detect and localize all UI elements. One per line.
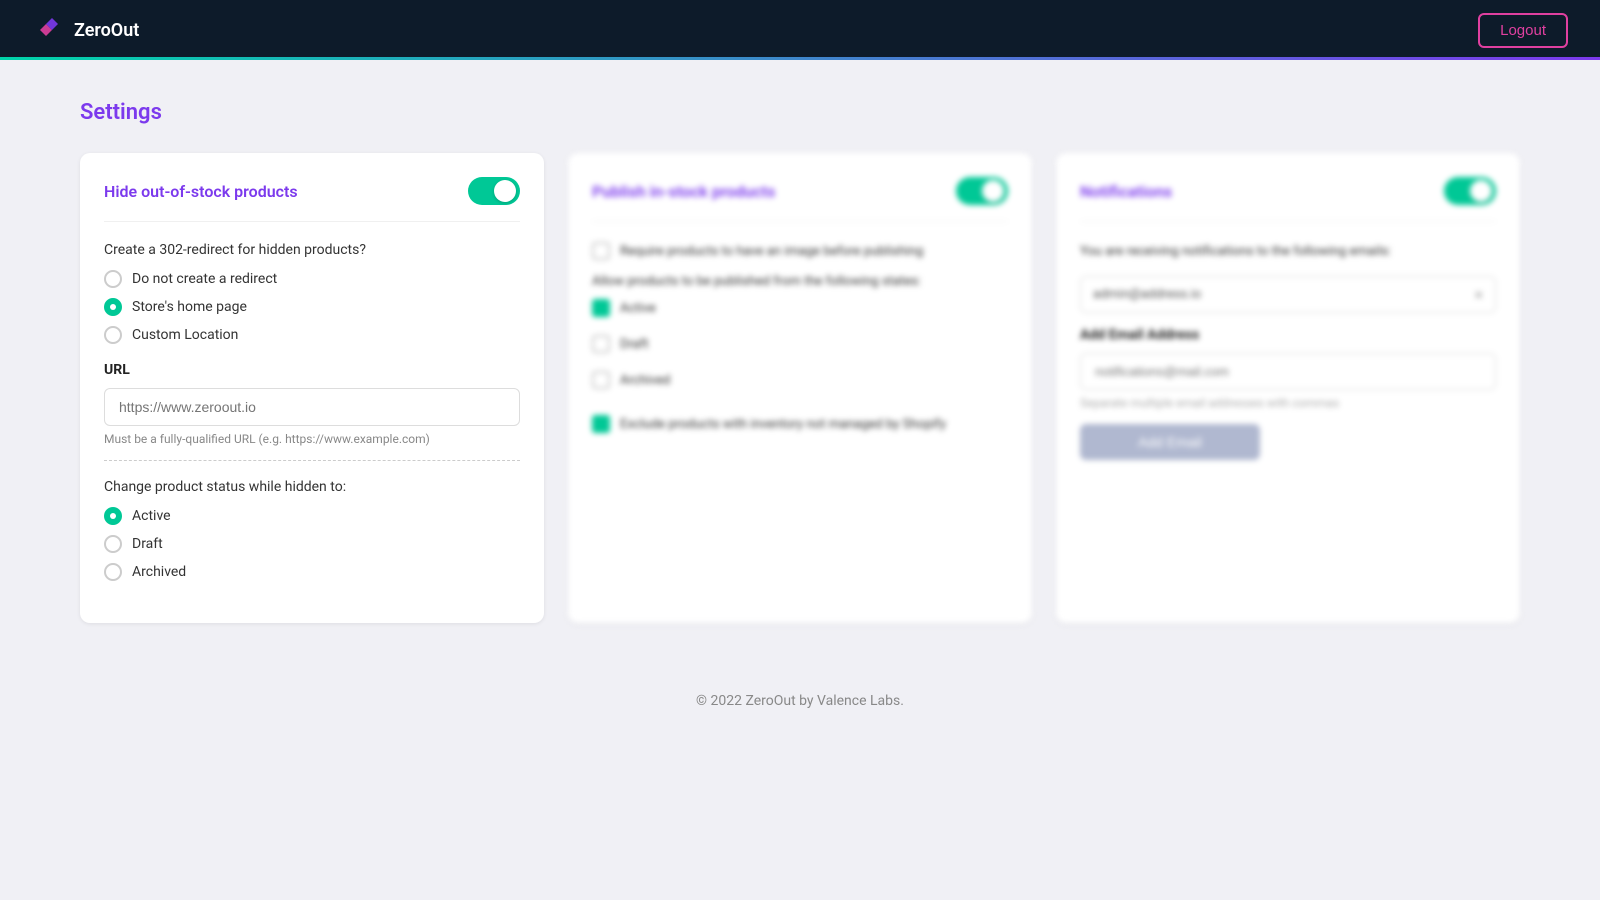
redirect-custom-label: Custom Location [132, 327, 238, 343]
redirect-home-label: Store's home page [132, 299, 247, 315]
require-image-checkbox [592, 242, 610, 260]
card3-title: Notifications [1080, 182, 1172, 201]
card1-status-label: Change product status while hidden to: [104, 479, 520, 495]
state-archived-label: Archived [620, 373, 670, 388]
card1-title: Hide out-of-stock products [104, 182, 298, 201]
add-email-hint: Separate multiple email addresses with c… [1080, 396, 1496, 410]
redirect-option-none[interactable]: Do not create a redirect [104, 270, 520, 288]
footer: © 2022 ZeroOut by Valence Labs. [0, 663, 1600, 739]
card2-header: Publish in-stock products [592, 177, 1008, 222]
exclude-label: Exclude products with inventory not mana… [620, 417, 946, 432]
status-draft-label: Draft [132, 536, 163, 552]
redirect-option-custom[interactable]: Custom Location [104, 326, 520, 344]
url-input[interactable] [104, 388, 520, 426]
radio-custom-indicator [104, 326, 122, 344]
state-active: Active [592, 299, 1008, 317]
state-archived-checkbox [592, 371, 610, 389]
logo-icon [32, 14, 64, 46]
state-draft-label: Draft [620, 337, 649, 352]
existing-email: admin@address.io [1093, 287, 1201, 302]
remove-email-button: × [1474, 285, 1483, 304]
card1-header: Hide out-of-stock products [104, 177, 520, 222]
card2-states-label: Allow products to be published from the … [592, 274, 1008, 289]
radio-draft-indicator [104, 535, 122, 553]
url-label: URL [104, 362, 520, 378]
email-tag: admin@address.io × [1080, 276, 1496, 313]
card1-redirect-options: Do not create a redirect Store's home pa… [104, 270, 520, 344]
card2-states: Active Draft Archived [592, 299, 1008, 397]
status-active-label: Active [132, 508, 171, 524]
status-option-draft[interactable]: Draft [104, 535, 520, 553]
add-email-label: Add Email Address [1080, 327, 1496, 343]
card1-toggle[interactable] [468, 177, 520, 205]
radio-none-indicator [104, 270, 122, 288]
main-content: Settings Hide out-of-stock products Crea… [0, 60, 1600, 663]
card2-toggle [956, 177, 1008, 205]
page-title: Settings [80, 100, 1520, 125]
state-draft: Draft [592, 335, 1008, 353]
status-option-archived[interactable]: Archived [104, 563, 520, 581]
state-draft-checkbox [592, 335, 610, 353]
radio-active-indicator [104, 507, 122, 525]
status-archived-label: Archived [132, 564, 186, 580]
card2-title: Publish in-stock products [592, 182, 775, 201]
state-archived: Archived [592, 371, 1008, 389]
redirect-none-label: Do not create a redirect [132, 271, 277, 287]
card-notifications: Notifications You are receiving notifica… [1056, 153, 1520, 623]
card2-exclude: Exclude products with inventory not mana… [592, 415, 1008, 433]
card1-redirect-label: Create a 302-redirect for hidden product… [104, 242, 520, 258]
state-active-label: Active [620, 301, 656, 316]
state-active-checkbox [592, 299, 610, 317]
logout-button[interactable]: Logout [1478, 13, 1568, 48]
require-image-label: Require products to have an image before… [620, 244, 923, 259]
card-publish-in-stock: Publish in-stock products Require produc… [568, 153, 1032, 623]
redirect-option-home[interactable]: Store's home page [104, 298, 520, 316]
radio-archived-indicator [104, 563, 122, 581]
header: ZeroOut Logout [0, 0, 1600, 60]
url-hint: Must be a fully-qualified URL (e.g. http… [104, 432, 520, 446]
add-email-input [1080, 353, 1496, 390]
cards-row: Hide out-of-stock products Create a 302-… [80, 153, 1520, 623]
exclude-checkbox [592, 415, 610, 433]
divider [104, 460, 520, 461]
notif-receiving-text: You are receiving notifications to the f… [1080, 242, 1496, 262]
card2-require-image: Require products to have an image before… [592, 242, 1008, 260]
add-email-button: Add Email [1080, 424, 1260, 460]
logo-container: ZeroOut [32, 14, 139, 46]
footer-text: © 2022 ZeroOut by Valence Labs. [696, 693, 904, 709]
card1-status-options: Active Draft Archived [104, 507, 520, 581]
card3-header: Notifications [1080, 177, 1496, 222]
card3-toggle [1444, 177, 1496, 205]
radio-home-indicator [104, 298, 122, 316]
logo-text: ZeroOut [74, 20, 139, 41]
card-hide-out-of-stock: Hide out-of-stock products Create a 302-… [80, 153, 544, 623]
status-option-active[interactable]: Active [104, 507, 520, 525]
